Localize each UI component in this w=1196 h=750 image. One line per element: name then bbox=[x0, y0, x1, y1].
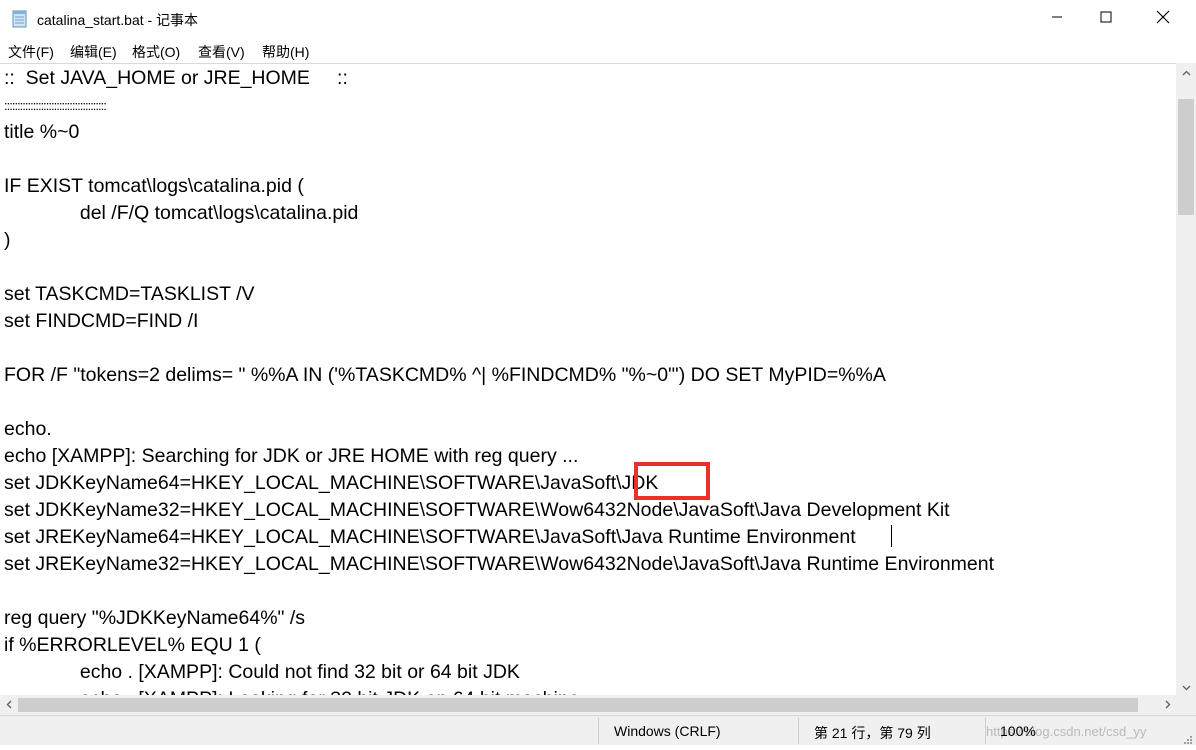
status-bar: Windows (CRLF) 第 21 行，第 79 列 100% https:… bbox=[0, 715, 1196, 745]
text-caret bbox=[891, 525, 892, 547]
close-icon bbox=[1156, 10, 1170, 29]
editor-line: :: Set JAVA_HOME or JRE_HOME :: bbox=[4, 67, 348, 89]
window-title: catalina_start.bat - 记事本 bbox=[37, 12, 199, 28]
highlight-box bbox=[634, 462, 710, 500]
editor-line: ::::::::::::::::::::::::::::::::::::::: bbox=[4, 98, 107, 113]
notepad-icon bbox=[11, 9, 29, 28]
menu-help[interactable]: 帮助(H) bbox=[262, 42, 309, 62]
menu-view[interactable]: 查看(V) bbox=[198, 42, 245, 62]
scroll-down-button[interactable] bbox=[1176, 678, 1196, 695]
menu-bar: 文件(F) 编辑(E) 格式(O) 查看(V) 帮助(H) bbox=[0, 38, 1196, 62]
menu-edit[interactable]: 编辑(E) bbox=[70, 42, 117, 62]
editor-line: echo [XAMPP]: Searching for JDK or JRE H… bbox=[4, 445, 579, 467]
editor-line: set JDKKeyName64=HKEY_LOCAL_MACHINE\SOFT… bbox=[4, 472, 659, 494]
chevron-up-icon bbox=[1182, 63, 1191, 81]
editor-line: title %~0 bbox=[4, 121, 80, 143]
zoom-status: 100% bbox=[1000, 723, 1036, 739]
vertical-scrollbar[interactable] bbox=[1176, 63, 1196, 695]
editor-line: if %ERRORLEVEL% EQU 1 ( bbox=[4, 634, 261, 656]
editor-line: set JREKeyName32=HKEY_LOCAL_MACHINE\SOFT… bbox=[4, 553, 995, 575]
scroll-right-button[interactable] bbox=[1159, 695, 1176, 715]
vertical-scroll-thumb[interactable] bbox=[1178, 99, 1194, 215]
chevron-left-icon bbox=[6, 696, 12, 714]
horizontal-scroll-thumb[interactable] bbox=[18, 698, 1138, 712]
editor-line: set JDKKeyName32=HKEY_LOCAL_MACHINE\SOFT… bbox=[4, 499, 950, 521]
line-ending-status: Windows (CRLF) bbox=[614, 723, 721, 739]
horizontal-scrollbar[interactable] bbox=[0, 695, 1176, 715]
status-divider bbox=[798, 718, 799, 744]
maximize-button[interactable] bbox=[1083, 0, 1129, 38]
menu-file[interactable]: 文件(F) bbox=[8, 42, 54, 62]
minimize-button[interactable] bbox=[1034, 0, 1080, 38]
menu-format[interactable]: 格式(O) bbox=[132, 42, 180, 62]
resize-grip-icon[interactable] bbox=[1183, 732, 1193, 744]
editor-line: reg query "%JDKKeyName64%" /s bbox=[4, 607, 306, 629]
editor-line: set TASKCMD=TASKLIST /V bbox=[4, 283, 255, 305]
editor-line: set JREKeyName64=HKEY_LOCAL_MACHINE\SOFT… bbox=[4, 526, 856, 548]
scrollbar-corner bbox=[1176, 695, 1196, 715]
editor-line: echo . [XAMPP]: Could not find 32 bit or… bbox=[4, 661, 520, 683]
chevron-right-icon bbox=[1165, 696, 1171, 714]
editor-line: set FINDCMD=FIND /I bbox=[4, 310, 199, 332]
editor-line: IF EXIST tomcat\logs\catalina.pid ( bbox=[4, 175, 304, 197]
text-editor[interactable]: :: Set JAVA_HOME or JRE_HOME :: ::::::::… bbox=[0, 63, 1176, 696]
minimize-icon bbox=[1051, 10, 1063, 28]
chevron-down-icon bbox=[1182, 678, 1191, 696]
maximize-icon bbox=[1100, 10, 1112, 28]
editor-line: ) bbox=[4, 229, 11, 251]
scroll-left-button[interactable] bbox=[0, 695, 17, 715]
editor-line: del /F/Q tomcat\logs\catalina.pid bbox=[4, 202, 359, 224]
close-button[interactable] bbox=[1140, 0, 1186, 38]
title-bar: catalina_start.bat - 记事本 bbox=[0, 0, 1196, 38]
status-divider bbox=[598, 718, 599, 744]
editor-line: echo. bbox=[4, 418, 52, 440]
scroll-up-button[interactable] bbox=[1176, 63, 1196, 80]
editor-line: FOR /F "tokens=2 delims= " %%A IN ('%TAS… bbox=[4, 364, 886, 386]
cursor-position-status: 第 21 行，第 79 列 bbox=[814, 725, 931, 741]
